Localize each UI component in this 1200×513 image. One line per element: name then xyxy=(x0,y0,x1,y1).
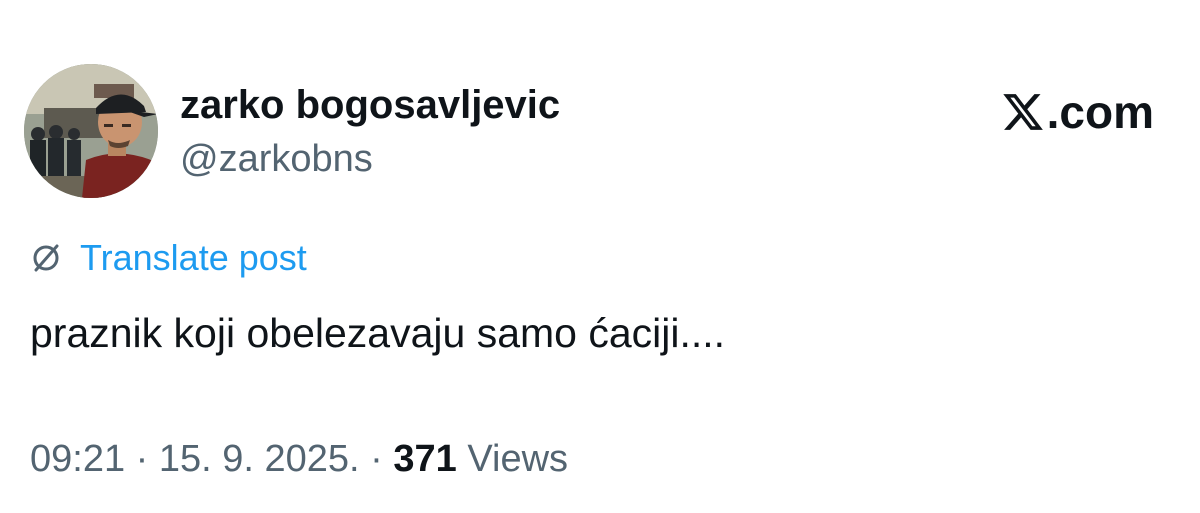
post-time[interactable]: 09:21 xyxy=(30,438,125,480)
tweet-card: zarko bogosavljevic @zarkobns .com Trans… xyxy=(0,0,1200,513)
translate-post-label: Translate post xyxy=(80,237,307,278)
author-display-name[interactable]: zarko bogosavljevic xyxy=(180,82,560,128)
avatar[interactable] xyxy=(24,64,158,198)
globe-icon xyxy=(33,244,59,272)
author-handle[interactable]: @zarkobns xyxy=(180,137,373,181)
post-text: praznik koji obelezavaju samo ćaciji.... xyxy=(30,310,726,356)
brand-text: .com xyxy=(1046,86,1154,138)
post-meta: 09:21 · 15. 9. 2025. · 371 Views xyxy=(30,436,568,482)
brand-logo: .com xyxy=(1001,86,1154,138)
x-logo-icon xyxy=(1002,94,1043,130)
meta-separator: · xyxy=(125,438,159,480)
post-date[interactable]: 15. 9. 2025. xyxy=(159,438,360,480)
avatar-image xyxy=(24,64,158,198)
views-count[interactable]: 371 xyxy=(393,438,456,480)
translate-post-link[interactable]: Translate post xyxy=(30,236,307,280)
meta-separator: · xyxy=(359,438,394,480)
views-label: Views xyxy=(456,438,569,480)
